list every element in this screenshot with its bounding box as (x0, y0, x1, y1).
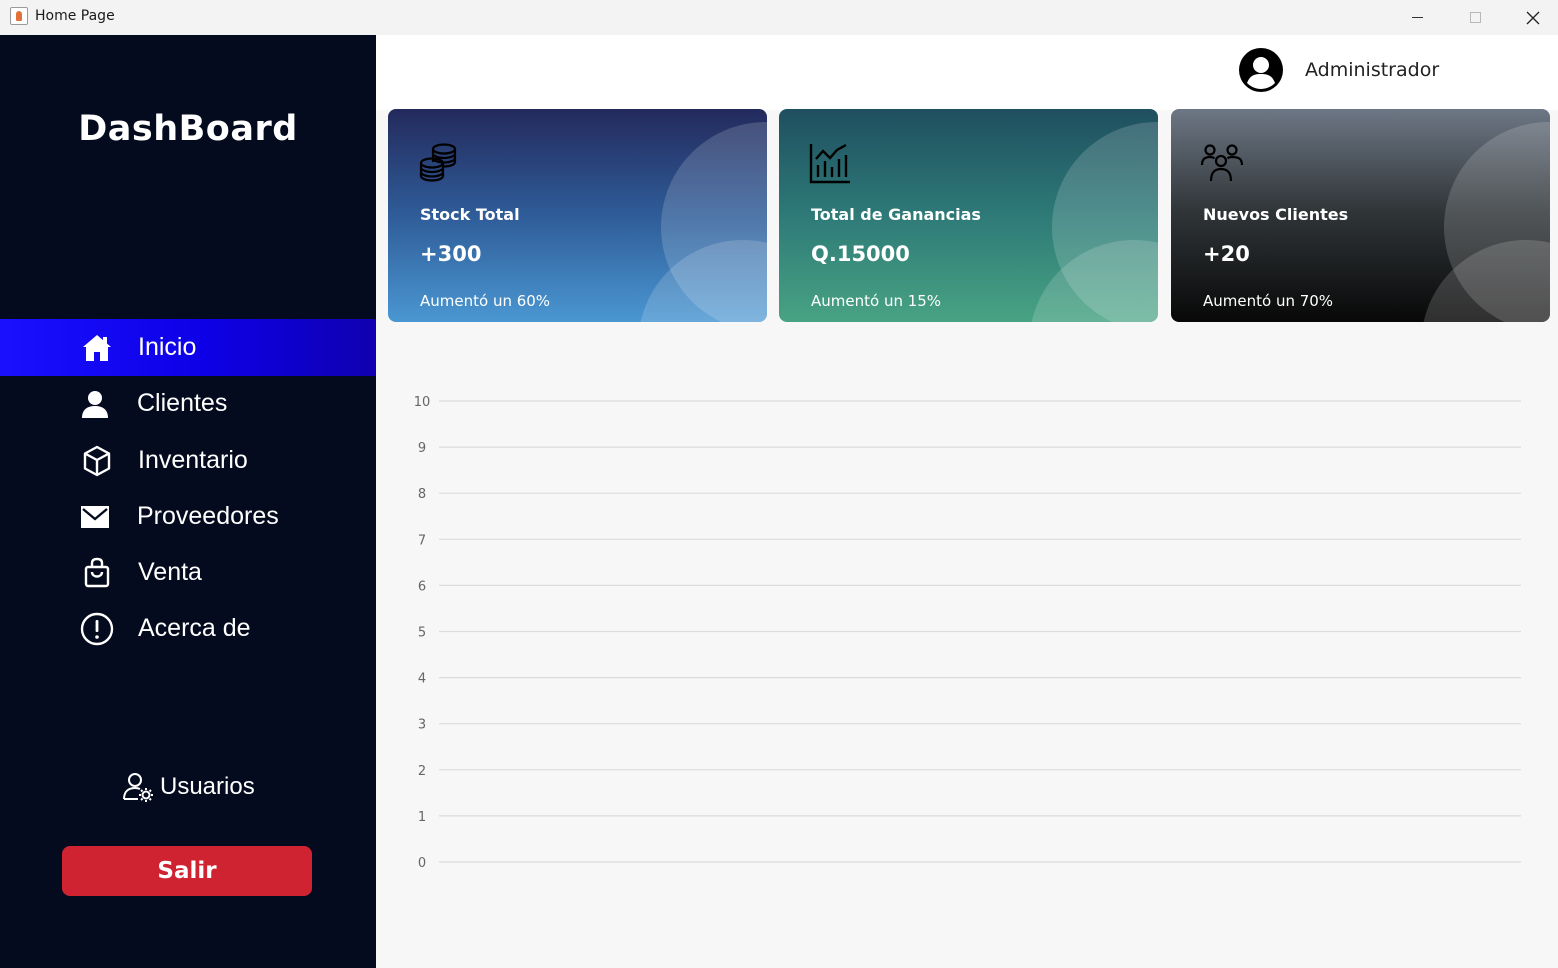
user-settings-icon (123, 773, 153, 802)
sidebar-item-venta[interactable]: Venta (0, 544, 376, 601)
shopping-bag-icon (80, 556, 114, 590)
maximize-button[interactable] (1446, 0, 1504, 35)
y-tick-label: 7 (418, 533, 426, 548)
y-tick-label: 3 (418, 718, 426, 733)
home-icon (80, 331, 114, 365)
line-chart: 0 1 2 3 4 5 6 7 8 9 10 (414, 395, 1521, 871)
minimize-icon (1411, 17, 1423, 18)
sidebar-item-clientes[interactable]: Clientes (0, 375, 376, 432)
card-decoration (1421, 240, 1550, 322)
y-tick-label: 9 (418, 441, 426, 456)
sidebar-item-label: Inicio (138, 333, 197, 361)
card-note: Aumentó un 60% (420, 292, 551, 310)
y-tick-label: 1 (418, 810, 426, 825)
card-note: Aumentó un 15% (811, 292, 942, 310)
sidebar: DashBoard Inicio Clientes Inventario Pro… (0, 35, 376, 968)
exit-button[interactable]: Salir (62, 846, 312, 896)
top-header: Administrador (376, 35, 1558, 110)
mail-icon (78, 500, 112, 534)
users-label: Usuarios (160, 773, 255, 800)
sidebar-item-label: Inventario (138, 446, 248, 474)
window-title: Home Page (35, 8, 115, 24)
user-icon (78, 387, 112, 421)
y-tick-label: 0 (418, 856, 426, 871)
user-avatar-icon (1239, 48, 1283, 92)
close-icon (1526, 11, 1540, 24)
y-tick-label: 8 (418, 487, 426, 502)
sidebar-item-label: Proveedores (137, 502, 279, 530)
y-tick-label: 5 (418, 626, 426, 641)
y-tick-label: 6 (418, 579, 426, 594)
sidebar-item-acerca-de[interactable]: Acerca de (0, 600, 376, 657)
card-decoration (638, 240, 767, 322)
bar-chart-icon (808, 141, 852, 185)
coins-icon (417, 141, 461, 185)
y-tick-label: 2 (418, 764, 426, 779)
sidebar-item-label: Venta (138, 558, 202, 586)
java-app-icon (10, 7, 28, 25)
brand-title: DashBoard (78, 109, 298, 149)
card-title: Stock Total (420, 205, 520, 224)
info-circle-icon (80, 612, 114, 646)
users-button[interactable]: Usuarios (122, 769, 255, 805)
user-name: Administrador (1305, 59, 1440, 81)
card-decoration (1029, 240, 1158, 322)
card-title: Nuevos Clientes (1203, 205, 1349, 224)
sidebar-item-inventario[interactable]: Inventario (0, 432, 376, 489)
y-tick-label: 4 (418, 672, 426, 687)
card-value: +300 (420, 242, 482, 266)
card-value: Q.15000 (811, 242, 910, 266)
card-title: Total de Ganancias (811, 205, 981, 224)
sidebar-item-label: Clientes (137, 389, 228, 417)
card-note: Aumentó un 70% (1203, 292, 1334, 310)
y-tick-label: 10 (414, 395, 431, 410)
stat-card-stock: Stock Total +300 Aumentó un 60% (388, 109, 767, 322)
stat-card-earnings: Total de Ganancias Q.15000 Aumentó un 15… (779, 109, 1158, 322)
group-icon (1200, 141, 1244, 185)
stat-card-clients: Nuevos Clientes +20 Aumentó un 70% (1171, 109, 1550, 322)
card-value: +20 (1203, 242, 1250, 266)
sidebar-item-label: Acerca de (138, 614, 251, 642)
maximize-icon (1469, 12, 1481, 23)
main-content: Administrador Stock Total +300 Aumentó u… (376, 35, 1558, 968)
sidebar-item-proveedores[interactable]: Proveedores (0, 488, 376, 545)
avatar[interactable] (1238, 47, 1284, 93)
box-icon (80, 444, 114, 478)
close-button[interactable] (1504, 0, 1558, 35)
minimize-button[interactable] (1388, 0, 1446, 35)
sidebar-item-inicio[interactable]: Inicio (0, 319, 376, 376)
window-titlebar: Home Page (0, 0, 1558, 35)
